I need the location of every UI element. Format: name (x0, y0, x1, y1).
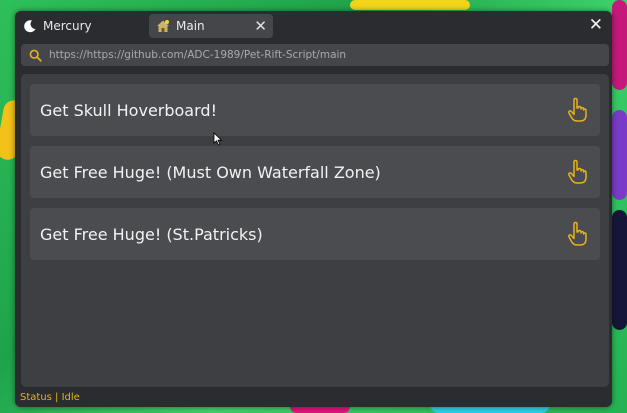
button-label: Get Skull Hoverboard! (40, 100, 217, 120)
search-icon (29, 49, 42, 62)
moon-icon (24, 20, 36, 33)
status-value: Idle (61, 392, 80, 403)
close-tab-icon[interactable]: ✕ (254, 17, 267, 35)
button-label: Get Free Huge! (Must Own Waterfall Zone) (40, 162, 381, 182)
get-skull-hoverboard-button[interactable]: Get Skull Hoverboard! (30, 84, 600, 136)
background-decoration (612, 210, 627, 330)
status-label: Status (20, 392, 52, 403)
background-decoration (612, 110, 627, 200)
hand-pointer-icon (568, 159, 587, 184)
script-hub-window: Mercury Main ✕ ✕ Get Skull Hoverboard! (15, 11, 612, 407)
background-decoration (350, 0, 470, 10)
background-decoration (612, 0, 627, 90)
close-window-icon[interactable]: ✕ (589, 15, 603, 35)
get-free-huge-st-patricks-button[interactable]: Get Free Huge! (St.Patricks) (30, 208, 600, 260)
status-bar: Status | Idle (20, 392, 80, 403)
get-free-huge-waterfall-button[interactable]: Get Free Huge! (Must Own Waterfall Zone) (30, 146, 600, 198)
app-tab-label: Mercury (43, 19, 92, 33)
house-icon (157, 20, 169, 32)
tab-main[interactable]: Main ✕ (149, 14, 273, 38)
hand-pointer-icon (568, 97, 587, 122)
status-separator: | (51, 392, 62, 403)
address-bar[interactable] (21, 44, 609, 66)
hand-pointer-icon (568, 221, 587, 246)
app-tab[interactable]: Mercury (23, 15, 92, 37)
title-bar[interactable]: Mercury Main ✕ ✕ (15, 11, 612, 41)
mouse-cursor-icon (213, 132, 223, 146)
script-list: Get Skull Hoverboard! Get Free Huge! (Mu… (21, 74, 609, 387)
tab-label: Main (176, 19, 205, 33)
url-input[interactable] (49, 49, 589, 61)
button-label: Get Free Huge! (St.Patricks) (40, 224, 263, 244)
